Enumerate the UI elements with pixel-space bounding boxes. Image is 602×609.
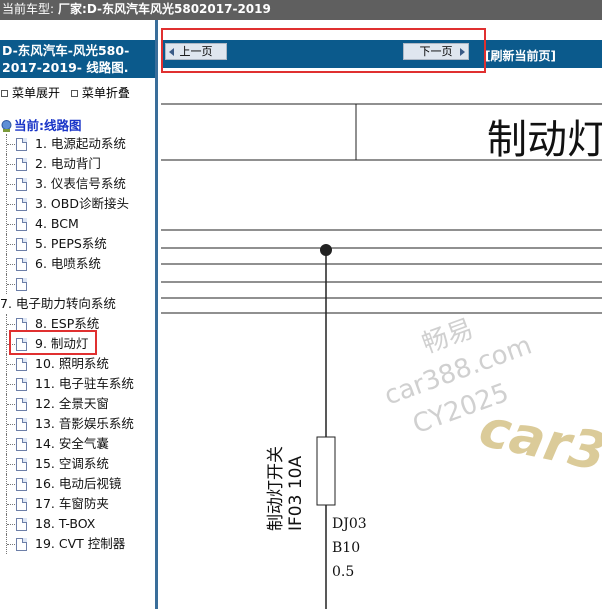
- wire-connector-label: DJ03: [332, 516, 367, 532]
- document-icon: [16, 418, 27, 431]
- tree-item-label: 16. 电动后视镜: [35, 476, 122, 491]
- tree-item-label: 12. 全景天窗: [35, 396, 109, 411]
- tree-item-label: 3. 仪表信号系统: [35, 176, 126, 191]
- document-icon: [16, 458, 27, 471]
- tree-item[interactable]: 3. OBD诊断接头: [0, 194, 155, 214]
- wiring-diagram: 畅易 car388.com CY2025 car3 制动灯 制动灯开关 IF03…: [161, 68, 602, 609]
- switch-label: 制动灯开关: [266, 446, 286, 531]
- document-icon: [16, 498, 27, 511]
- tree-item[interactable]: 18. T-BOX: [0, 514, 155, 534]
- refresh-page-link[interactable]: [刷新当前页]: [485, 47, 556, 64]
- tree-root[interactable]: 当前:线路图: [0, 115, 155, 134]
- tree-item-label: 11. 电子驻车系统: [35, 376, 134, 391]
- tree-item[interactable]: 12. 全景天窗: [0, 394, 155, 414]
- document-icon: [16, 478, 27, 491]
- document-icon: [16, 398, 27, 411]
- tree-item-label: 19. CVT 控制器: [35, 536, 126, 551]
- document-icon: [16, 538, 27, 551]
- tree-item[interactable]: 3. 仪表信号系统: [0, 174, 155, 194]
- wire-color-label: B10: [332, 540, 361, 556]
- tree-item[interactable]: 5. PEPS系统: [0, 234, 155, 254]
- menu-expand-button[interactable]: 菜单展开: [0, 86, 60, 100]
- document-icon: [16, 518, 27, 531]
- square-icon: [1, 89, 8, 97]
- junction-dot: [320, 244, 332, 256]
- document-icon: [16, 358, 27, 371]
- tree-item-label: 15. 空调系统: [35, 456, 109, 471]
- tree-item-label: 1. 电源起动系统: [35, 136, 126, 151]
- sidebar-title: D-东风汽车-风光580-2017-2019- 线路图.: [0, 40, 155, 78]
- tree-item-label: 10. 照明系统: [35, 356, 109, 371]
- current-model-label: 当前车型:: [2, 2, 55, 16]
- document-icon: [16, 258, 27, 271]
- tree-item[interactable]: 11. 电子驻车系统: [0, 374, 155, 394]
- wire-size-label: 0.5: [332, 564, 355, 580]
- nav-highlight-box: [161, 28, 486, 73]
- tree-item-label: 6. 电喷系统: [35, 256, 101, 271]
- tree-item[interactable]: 15. 空调系统: [0, 454, 155, 474]
- fuse-symbol: [316, 436, 336, 506]
- tree-item[interactable]: 19. CVT 控制器: [0, 534, 155, 554]
- square-icon: [70, 89, 78, 97]
- tree-item[interactable]: 13. 音影娱乐系统: [0, 414, 155, 434]
- tree-item-label: 5. PEPS系统: [35, 236, 107, 251]
- tree-item[interactable]: 6. 电喷系统: [0, 254, 155, 274]
- tree-item[interactable]: 4. BCM: [0, 214, 155, 234]
- tree-item-label: 4. BCM: [35, 216, 79, 231]
- tree-item[interactable]: [0, 274, 155, 294]
- document-icon: [16, 438, 27, 451]
- menu-collapse-button[interactable]: 菜单折叠: [70, 86, 130, 100]
- document-icon: [16, 138, 27, 151]
- document-icon: [16, 238, 27, 251]
- selected-item-highlight: [9, 330, 97, 355]
- tree-item-label: 3. OBD诊断接头: [35, 196, 129, 211]
- tree-item[interactable]: 2. 电动背门: [0, 154, 155, 174]
- current-model-value: 厂家:D-东风汽车风光5802017-2019: [58, 2, 271, 16]
- tree-group-item[interactable]: 7. 电子助力转向系统: [0, 294, 155, 314]
- tree-item[interactable]: 17. 车窗防夹: [0, 494, 155, 514]
- tree-item-label: 7. 电子助力转向系统: [0, 296, 116, 311]
- document-icon: [16, 198, 27, 211]
- tree-item-label: 17. 车窗防夹: [35, 496, 109, 511]
- tree-item-label: 18. T-BOX: [35, 516, 96, 531]
- tree-item[interactable]: 14. 安全气囊: [0, 434, 155, 454]
- document-icon: [16, 178, 27, 191]
- top-bar: 当前车型: 厂家:D-东风汽车风光5802017-2019: [0, 0, 602, 20]
- switch-code: IF03 10A: [286, 455, 306, 531]
- globe-folder-icon: [1, 120, 12, 132]
- tree-item-label: 2. 电动背门: [35, 156, 101, 171]
- tree-item[interactable]: 10. 照明系统: [0, 354, 155, 374]
- tree-item[interactable]: 16. 电动后视镜: [0, 474, 155, 494]
- document-icon: [16, 278, 27, 291]
- sidebar: D-东风汽车-风光580-2017-2019- 线路图. 菜单展开 菜单折叠 当…: [0, 20, 158, 609]
- tree-item-label: 14. 安全气囊: [35, 436, 109, 451]
- document-icon: [16, 218, 27, 231]
- document-icon: [16, 158, 27, 171]
- menu-controls: 菜单展开 菜单折叠: [0, 84, 155, 101]
- document-icon: [16, 378, 27, 391]
- tree-item-label: 13. 音影娱乐系统: [35, 416, 134, 431]
- content-panel: 上一页 下一页 [刷新当前页] 畅易 car388.com CY2025 car…: [161, 20, 602, 609]
- diagram-title: 制动灯: [487, 117, 602, 163]
- tree-item[interactable]: 1. 电源起动系统: [0, 134, 155, 154]
